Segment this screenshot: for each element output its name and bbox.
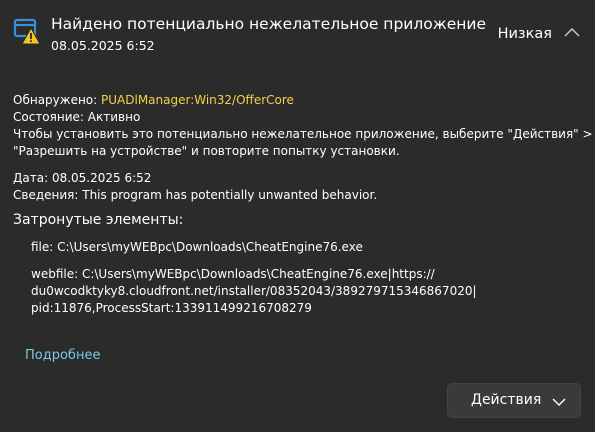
status-value: Активно bbox=[87, 110, 141, 124]
affected-item-line: du0wcodktyky8.cloudfront.net/installer/0… bbox=[31, 284, 477, 298]
affected-item-line: file: C:\Users\myWEBpc\Downloads\CheatEn… bbox=[31, 240, 363, 254]
info-value: This program has potentially unwanted be… bbox=[82, 188, 378, 202]
threat-name: PUADlManager:Win32/OfferCore bbox=[101, 93, 294, 107]
date-row: Дата: 08.05.2025 6:52 bbox=[13, 170, 585, 187]
date-label: Дата: bbox=[13, 171, 49, 185]
info-label: Сведения: bbox=[13, 188, 79, 202]
notification-header[interactable]: Найдено потенциально нежелательное прило… bbox=[0, 0, 595, 66]
instruction-line: Чтобы установить это потенциально нежела… bbox=[13, 127, 593, 141]
threat-details: Обнаружено: PUADlManager:Win32/OfferCore… bbox=[13, 92, 593, 327]
shield-warning-icon bbox=[13, 18, 41, 46]
affected-item-line: webfile: C:\Users\myWEBpc\Downloads\Chea… bbox=[31, 267, 435, 281]
chevron-down-icon bbox=[552, 394, 566, 408]
actions-button[interactable]: Действия bbox=[447, 383, 581, 418]
affected-items-heading: Затронутые элементы: bbox=[13, 212, 184, 228]
affected-item-line: pid:11876,ProcessStart:13391149921670827… bbox=[31, 301, 312, 315]
severity-label: Низкая bbox=[497, 26, 552, 42]
instruction-line: "Разрешить на устройстве" и повторите по… bbox=[13, 144, 400, 158]
status-label: Состояние: bbox=[13, 110, 84, 124]
date-value: 08.05.2025 6:52 bbox=[51, 171, 152, 185]
learn-more-link[interactable]: Подробнее bbox=[25, 348, 100, 363]
affected-item: file: C:\Users\myWEBpc\Downloads\CheatEn… bbox=[13, 239, 585, 256]
affected-item: webfile: C:\Users\myWEBpc\Downloads\Chea… bbox=[13, 266, 585, 317]
actions-button-label: Действия bbox=[471, 392, 542, 408]
detected-label: Обнаружено: bbox=[13, 93, 98, 107]
notification-title: Найдено потенциально нежелательное прило… bbox=[51, 15, 486, 33]
info-row: Сведения: This program has potentially u… bbox=[13, 187, 585, 204]
notification-date: 08.05.2025 6:52 bbox=[51, 38, 155, 53]
detected-row: Обнаружено: PUADlManager:Win32/OfferCore bbox=[13, 92, 585, 109]
chevron-up-icon[interactable] bbox=[563, 24, 581, 42]
status-row: Состояние: Активно bbox=[13, 109, 585, 126]
